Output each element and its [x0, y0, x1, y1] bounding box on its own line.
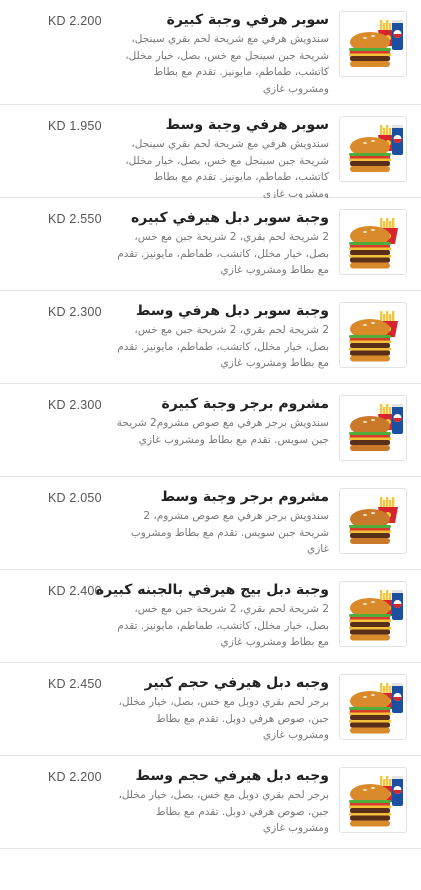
- double-herfy-combo-large-icon[interactable]: [339, 674, 407, 740]
- item-title: وجبه دبل هيرفي حجم وسط: [135, 768, 329, 784]
- item-description: 2 شريحة لحم بقري، 2 شريحة جبن مع خس، بصل…: [117, 324, 329, 369]
- burger-combo-large-icon[interactable]: [339, 11, 407, 77]
- double-burger-combo-large-icon[interactable]: [339, 209, 407, 275]
- menu-item[interactable]: KD 2.050 مشروم برجر وجبة وسط سندويش برجر ه…: [0, 477, 421, 570]
- item-text: مشروم برجر وجبة وسط سندويش برجر هرفي مع ص…: [114, 488, 329, 558]
- item-text: وجبه دبل هيرفي حجم كبير برجر لحم بقري دوب…: [114, 674, 329, 744]
- menu-item[interactable]: KD 2.450 وجبه دبل هيرفي حجم كبير برجر لحم …: [0, 663, 421, 756]
- item-description: برجر لحم بقري دوبل مع خس، بصل، خيار مخلل…: [118, 789, 329, 834]
- item-description: برجر لحم بقري دوبل مع خس، بصل، خيار مخلل…: [118, 696, 329, 741]
- menu-item[interactable]: KD 2.550 وجبة سوبر دبل هيرفي كبيره 2 شريحة…: [0, 198, 421, 291]
- item-text: مشروم برجر وجبة كبيرة سندويش برجر هرفي مع…: [114, 395, 329, 448]
- item-title: وجبة دبل بيج هيرفي بالجبنه كبيره: [95, 582, 329, 598]
- double-herfy-combo-medium-icon[interactable]: [339, 767, 407, 833]
- double-burger-combo-medium-icon[interactable]: [339, 302, 407, 368]
- item-description: سندويش برجر هرفي مع صوص مشروم2 شريحة جبن…: [116, 417, 329, 446]
- menu-item[interactable]: KD 2.200 وجبه دبل هيرفي حجم وسط برجر لحم ب…: [0, 756, 421, 849]
- menu-item[interactable]: KD 2.300 وجبة سوبر دبل هرفي وسط 2 شريحة لح…: [0, 291, 421, 384]
- mushroom-burger-combo-medium-icon[interactable]: [339, 488, 407, 554]
- item-text: وجبه دبل هيرفي حجم وسط برجر لحم بقري دوبل…: [114, 767, 329, 837]
- item-price: KD 2.200: [48, 14, 102, 28]
- item-description: سندويش هرفي مع شريحة لحم بقري سينجل، شري…: [125, 138, 329, 200]
- item-text: وجبة سوبر دبل هيرفي كبيره 2 شريحة لحم بقر…: [114, 209, 329, 279]
- menu-item[interactable]: KD 2.200 سوبر هرفي وجبة كبيرة سندويش هرفي …: [0, 0, 421, 105]
- item-price: KD 2.550: [48, 212, 102, 226]
- item-description: سندويش هرفي مع شريحة لحم بقري سينجل، شري…: [125, 33, 329, 95]
- item-title: وجبة سوبر دبل هيرفي كبيره: [131, 210, 329, 226]
- menu-item[interactable]: KD 2.300 مشروم برجر وجبة كبيرة سندويش برجر…: [0, 384, 421, 477]
- item-title: سوبر هرفي وجبة كبيرة: [166, 12, 329, 28]
- item-price: KD 2.050: [48, 491, 102, 505]
- item-price: KD 1.950: [48, 119, 102, 133]
- item-price: KD 2.200: [48, 770, 102, 784]
- item-price: KD 2.400: [48, 584, 102, 598]
- item-price: KD 2.300: [48, 398, 102, 412]
- item-title: سوبر هرفي وجبة وسط: [165, 117, 329, 133]
- menu-item[interactable]: KD 1.950 سوبر هرفي وجبة وسط سندويش هرفي مع…: [0, 105, 421, 200]
- item-price: KD 2.450: [48, 677, 102, 691]
- menu-list: KD 2.200 سوبر هرفي وجبة كبيرة سندويش هرفي …: [0, 0, 421, 849]
- item-title: مشروم برجر وجبة كبيرة: [161, 396, 329, 412]
- mushroom-burger-combo-large-icon[interactable]: [339, 395, 407, 461]
- item-text: سوبر هرفي وجبة كبيرة سندويش هرفي مع شريحة…: [114, 11, 329, 97]
- item-price: KD 2.300: [48, 305, 102, 319]
- item-description: 2 شريحة لحم بقري، 2 شريحة جبن مع خس، بصل…: [117, 231, 329, 276]
- burger-combo-medium-icon[interactable]: [339, 116, 407, 182]
- double-big-cheese-combo-large-icon[interactable]: [339, 581, 407, 647]
- item-description: 2 شريحة لحم بقري، 2 شريحة جبن مع خس، بصل…: [117, 603, 329, 648]
- item-description: سندويش برجر هرفي مع صوص مشروم، 2 شريحة ج…: [130, 510, 329, 555]
- item-text: وجبة دبل بيج هيرفي بالجبنه كبيره 2 شريحة …: [95, 581, 329, 651]
- item-title: وجبه دبل هيرفي حجم كبير: [144, 675, 329, 691]
- item-text: سوبر هرفي وجبة وسط سندويش هرفي مع شريحة ل…: [114, 116, 329, 202]
- item-title: وجبة سوبر دبل هرفي وسط: [135, 303, 329, 319]
- menu-item[interactable]: KD 2.400 وجبة دبل بيج هيرفي بالجبنه كبيره…: [0, 570, 421, 663]
- item-title: مشروم برجر وجبة وسط: [160, 489, 329, 505]
- item-text: وجبة سوبر دبل هرفي وسط 2 شريحة لحم بقري، …: [114, 302, 329, 372]
